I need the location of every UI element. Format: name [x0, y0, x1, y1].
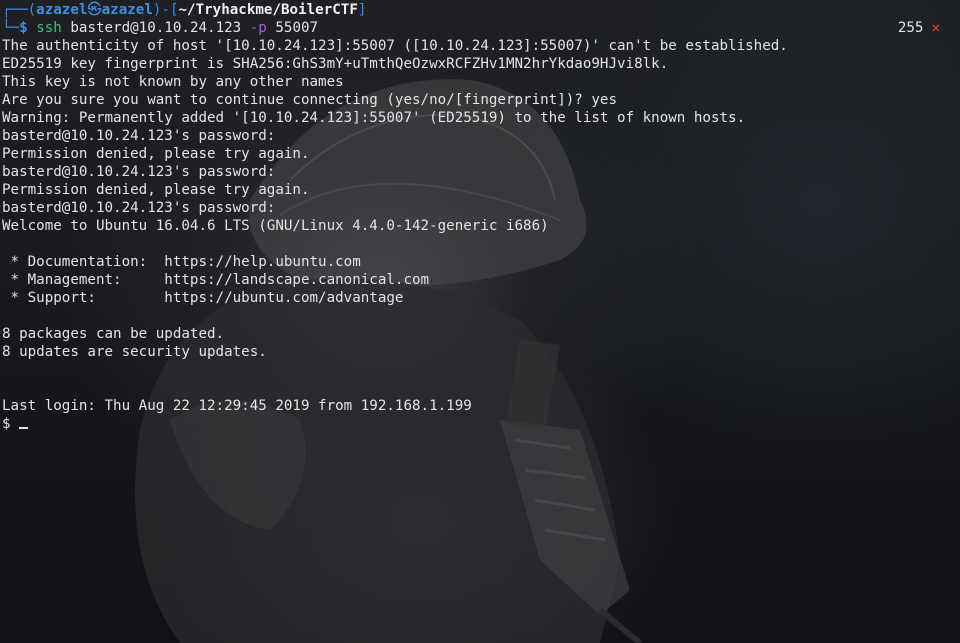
output-line: Last login: Thu Aug 22 12:29:45 2019 fro… [2, 398, 472, 414]
output-line: Welcome to Ubuntu 16.04.6 LTS (GNU/Linux… [2, 218, 549, 234]
output-line: basterd@10.10.24.123's password: [2, 164, 284, 180]
output-line: basterd@10.10.24.123's password: [2, 200, 284, 216]
output-line: The authenticity of host '[10.10.24.123]… [2, 38, 788, 54]
output-line: This key is not known by any other names [2, 74, 344, 90]
prompt-line-1: ┌──(azazel㉿azazel)-[~/Tryhackme/BoilerCT… [2, 1, 366, 19]
output-line: ED25519 key fingerprint is SHA256:GhS3mY… [2, 56, 669, 72]
output-line: Warning: Permanently added '[10.10.24.12… [2, 110, 746, 126]
output-line: * Documentation: https://help.ubuntu.com [2, 254, 361, 270]
prompt-bracket-close: ] [357, 2, 367, 18]
remote-prompt: $ [2, 416, 20, 432]
command-port: 55007 [275, 20, 319, 36]
output-line: 8 updates are security updates. [2, 344, 267, 360]
prompt-user: azazel [36, 2, 88, 18]
prompt-line-2: └─$ ssh basterd@10.10.24.123 -p 55007 [2, 19, 318, 37]
exit-status: 255 ✕ [898, 19, 940, 37]
command-name: ssh [36, 20, 62, 36]
output-line: Permission denied, please try again. [2, 182, 310, 198]
output-line: Are you sure you want to continue connec… [2, 92, 617, 108]
terminal-window[interactable]: ┌──(azazel㉿azazel)-[~/Tryhackme/BoilerCT… [0, 0, 960, 643]
output-line: basterd@10.10.24.123's password: [2, 128, 284, 144]
command-flag: -p [249, 20, 267, 36]
prompt-corner-bottom: └─ [2, 20, 20, 36]
output-line: Permission denied, please try again. [2, 146, 310, 162]
at-icon: ㉿ [87, 2, 102, 18]
output-line: * Support: https://ubuntu.com/advantage [2, 290, 404, 306]
prompt-dollar: $ [19, 20, 28, 36]
command-target: basterd@10.10.24.123 [70, 20, 242, 36]
prompt-separator: )-[ [152, 2, 179, 18]
remote-prompt-line[interactable]: $ [2, 415, 29, 433]
output-line: * Management: https://landscape.canonica… [2, 272, 430, 288]
text-cursor [19, 427, 29, 429]
prompt-path: ~/Tryhackme/BoilerCTF [178, 2, 358, 18]
prompt-host: azazel [101, 2, 153, 18]
prompt-corner: ┌──( [2, 2, 37, 18]
exit-code: 255 [897, 20, 924, 36]
output-line: 8 packages can be updated. [2, 326, 225, 342]
fail-x-icon: ✕ [931, 20, 940, 36]
